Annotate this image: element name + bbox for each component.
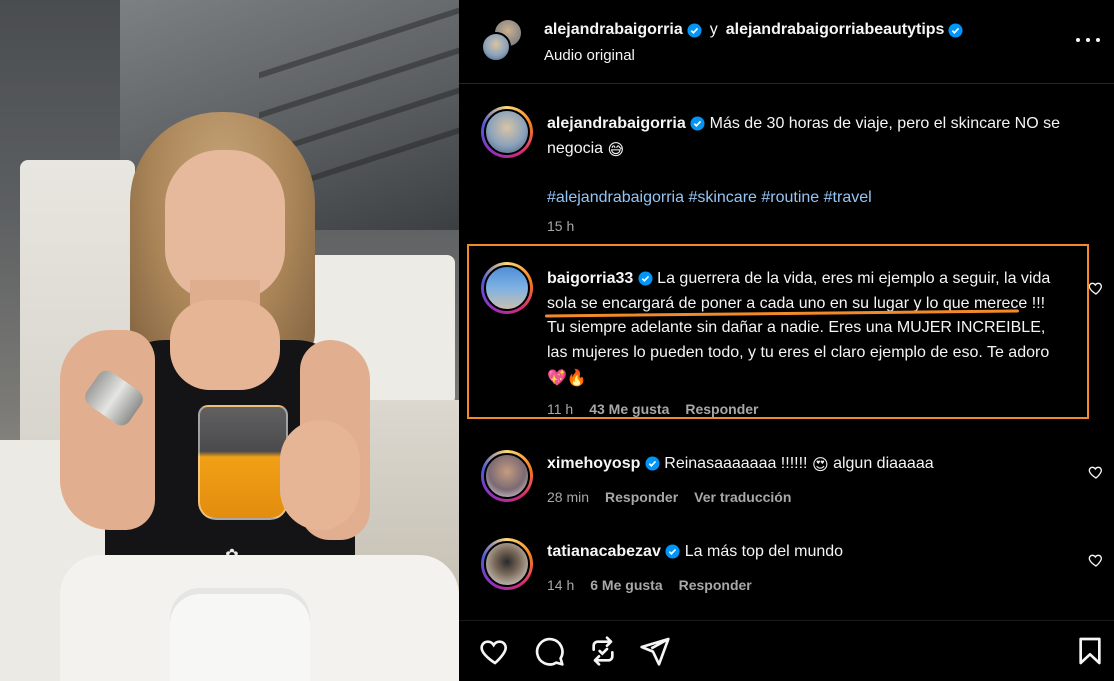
comment-username[interactable]: baigorria33 [547, 270, 633, 287]
more-options-icon[interactable] [1074, 28, 1102, 52]
hashtag-link[interactable]: #alejandrabaigorria [547, 189, 684, 206]
collab-usernames: alejandrabaigorria y alejandrabaigorriab… [544, 21, 963, 39]
comment-body: Reinasaaaaaaa !!!!!! [664, 455, 808, 472]
avatar[interactable] [481, 538, 533, 590]
arm-left [60, 330, 155, 530]
repost-icon[interactable] [587, 635, 619, 667]
like-comment-heart-icon[interactable] [1088, 552, 1104, 568]
likes-count[interactable]: 6 Me gusta [590, 577, 662, 593]
comment-body: La guerrera de la vida, eres mi ejemplo … [657, 270, 1000, 287]
avatar[interactable] [481, 262, 533, 314]
post-actions [459, 620, 1114, 681]
timestamp[interactable]: 11 h [547, 401, 573, 417]
product-jar [170, 588, 310, 681]
verified-badge-icon [687, 22, 702, 38]
comment-username[interactable]: tatianacabezav [547, 543, 661, 560]
hashtags: #alejandrabaigorria #skincare #routine #… [547, 186, 1067, 211]
face [165, 150, 285, 300]
hashtag-link[interactable]: #routine [761, 189, 819, 206]
heart-icon[interactable] [479, 635, 511, 667]
timestamp[interactable]: 28 min [547, 489, 589, 505]
timestamp[interactable]: 14 h [547, 577, 574, 593]
header-conjunction: y [709, 21, 718, 38]
comment-meta: 14 h 6 Me gusta Responder [547, 577, 752, 593]
timestamp[interactable]: 15 h [547, 218, 574, 234]
caption-emoji: 😅 [607, 141, 625, 159]
bookmark-icon[interactable] [1074, 635, 1106, 667]
verified-badge-icon [690, 116, 705, 131]
avatar[interactable] [481, 106, 533, 158]
comment-body-rest: algun diaaaaa [833, 455, 934, 472]
verified-badge-icon [665, 544, 680, 559]
caption-meta: 15 h [547, 218, 574, 234]
like-comment-heart-icon[interactable] [1088, 280, 1104, 296]
comment-meta: 28 min Responder Ver traducción [547, 489, 791, 505]
post-sidebar: alejandrabaigorria y alejandrabaigorriab… [459, 0, 1114, 681]
comment-body: La más top del mundo [684, 543, 844, 560]
reply-button[interactable]: Responder [685, 401, 758, 417]
likes-count[interactable]: 43 Me gusta [589, 401, 669, 417]
reply-button[interactable]: Responder [679, 577, 752, 593]
reply-button[interactable]: Responder [605, 489, 678, 505]
comment-text: ximehoyosp Reinasaaaaaaa !!!!!! 😍 algun … [547, 452, 1067, 479]
hand-left [170, 300, 280, 390]
post-header: alejandrabaigorria y alejandrabaigorriab… [459, 0, 1114, 84]
hashtag-link[interactable]: #skincare [688, 189, 756, 206]
caption-text: alejandrabaigorria Más de 30 horas de vi… [547, 112, 1067, 211]
comment-icon[interactable] [533, 635, 565, 667]
verified-badge-icon [638, 271, 653, 286]
comment-username[interactable]: ximehoyosp [547, 455, 640, 472]
comment-meta: 11 h 43 Me gusta Responder [547, 401, 758, 417]
comment-text: tatianacabezav La más top del mundo [547, 540, 1067, 565]
comment-emoji: 😍 [811, 457, 829, 474]
avatar[interactable] [481, 450, 533, 502]
post-media[interactable]: ✿ [0, 0, 459, 681]
header-username-2[interactable]: alejandrabaigorriabeautytips [726, 21, 945, 39]
comment-text: baigorria33 La guerrera de la vida, eres… [547, 267, 1067, 392]
juice-glass [198, 405, 288, 520]
hashtag-link[interactable]: #travel [824, 189, 872, 206]
verified-badge-icon [645, 456, 660, 471]
comment-emoji: 💖🔥 [547, 370, 587, 387]
verified-badge-icon [948, 22, 963, 38]
header-username-1[interactable]: alejandrabaigorria [544, 21, 683, 39]
audio-link[interactable]: Audio original [544, 47, 635, 64]
avatar [481, 32, 511, 62]
caption-username[interactable]: alejandrabaigorria [547, 115, 686, 132]
like-comment-heart-icon[interactable] [1088, 464, 1104, 480]
hand-right [280, 420, 360, 530]
translate-button[interactable]: Ver traducción [694, 489, 791, 505]
collab-avatars[interactable] [479, 16, 529, 66]
send-icon[interactable] [639, 635, 671, 667]
